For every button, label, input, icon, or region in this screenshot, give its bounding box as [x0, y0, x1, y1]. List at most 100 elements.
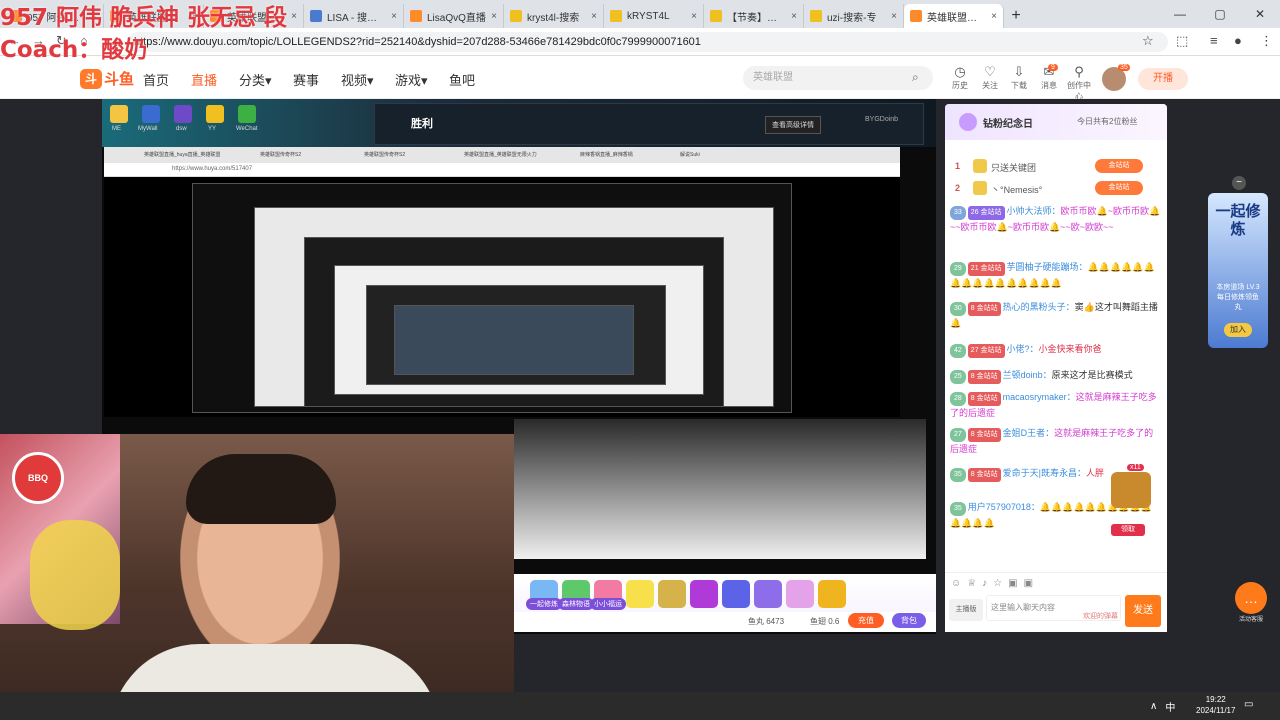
gift-item[interactable] — [690, 580, 718, 608]
tray-chevron-icon[interactable]: ∧ — [1150, 701, 1157, 712]
customer-service-button[interactable]: … 活动客服 — [1232, 582, 1270, 624]
chat-username[interactable]: 兰顿doinb： — [1003, 370, 1052, 380]
tab-favicon-icon — [810, 10, 822, 22]
send-button[interactable]: 发送 — [1125, 595, 1161, 627]
chat-username[interactable]: macaosrymaker： — [1003, 392, 1076, 402]
chat-username[interactable]: 金姐D王者： — [1003, 428, 1055, 438]
victory-text: 胜利 — [411, 118, 433, 130]
user-level-badge: 30 — [950, 302, 966, 316]
browser-tab[interactable]: kryst4l-搜索 × — [504, 4, 604, 28]
tab-close-icon[interactable]: × — [991, 11, 997, 22]
browser-tab[interactable]: LisaQvQ直播 × — [404, 4, 504, 28]
nav-games[interactable]: 游戏▾ — [395, 70, 428, 89]
tab-favicon-icon — [310, 10, 322, 22]
join-button[interactable]: 加入 — [1224, 323, 1252, 337]
tab-close-icon[interactable]: × — [691, 11, 697, 22]
clock-time: 19:22 — [1205, 695, 1226, 704]
cultivation-event-banner[interactable]: 一起修炼 本房道场 LV.3 每日修炼领鱼丸 加入 — [1208, 193, 1268, 348]
desktop-icon-label: dsw — [176, 126, 187, 132]
tab-close-icon[interactable]: × — [491, 11, 497, 22]
dance-video-area — [514, 419, 926, 559]
menu-icon[interactable]: ⋮ — [1260, 33, 1273, 49]
gift-item[interactable] — [754, 580, 782, 608]
streamer-hair — [186, 454, 336, 524]
fan-badge: 8 金站站 — [967, 302, 1001, 316]
chat-username[interactable]: 热心的黑粉头子： — [1003, 302, 1075, 312]
address-bar-row: ← → ↻ ⌂ https://www.douyu.com/topic/LOLL… — [0, 28, 1280, 56]
overlay-line-2: Coach：酸奶 — [0, 37, 148, 63]
nav-home[interactable]: 首页 — [143, 70, 169, 89]
gift-item[interactable] — [626, 580, 654, 608]
site-header: 斗 斗鱼 首页 直播 分类▾ 赛事 视频▾ 游戏▾ 鱼吧 英雄联盟 ⌕ ◷ 历史 … — [0, 56, 1280, 102]
tab-close-icon[interactable]: × — [591, 11, 597, 22]
extensions-icon[interactable]: ⬚ — [1176, 33, 1188, 49]
backpack-button[interactable]: 背包 — [892, 613, 926, 628]
tab-label: kryst4l-搜索 — [527, 12, 580, 24]
history-button[interactable]: ◷ 历史 — [945, 64, 975, 91]
nested-tab: 麻辣香锅直播_麻辣香锅 — [580, 152, 633, 158]
recharge-button[interactable]: 充值 — [848, 613, 884, 628]
wechat-icon — [238, 105, 256, 123]
go-live-button[interactable]: 开播 — [1138, 68, 1188, 90]
clock[interactable]: 19:22 2024/11/17 — [1196, 694, 1235, 716]
chat-mode-button[interactable]: 主播版 — [949, 599, 983, 621]
tab-label: 【节奏】无畏 — [727, 12, 787, 24]
reading-list-icon[interactable]: ≡ — [1210, 33, 1218, 48]
tab-favicon-icon — [510, 10, 522, 22]
browser-tab[interactable]: kRYST4L × — [604, 4, 704, 28]
system-tray: ∧ 中 — [1150, 692, 1175, 720]
bookmark-star-icon[interactable]: ☆ — [1142, 33, 1154, 49]
user-level-badge: 29 — [950, 262, 966, 276]
nav-video[interactable]: 视频▾ — [341, 70, 374, 89]
search-input[interactable]: 英雄联盟 — [743, 66, 933, 90]
download-button[interactable]: ⇩ 下载 — [1004, 64, 1034, 91]
pin-icon: ⚲ — [1074, 64, 1084, 79]
nav-live[interactable]: 直播 — [191, 70, 217, 89]
notification-icon[interactable]: ▭ — [1244, 699, 1253, 710]
tab-favicon-icon — [910, 10, 922, 22]
taskbar: ∧ 中 19:22 2024/11/17 ▭ — [0, 692, 1280, 720]
gift-item[interactable] — [786, 580, 814, 608]
nav-events[interactable]: 赛事 — [293, 70, 319, 89]
tab-close-icon[interactable]: × — [291, 11, 297, 22]
chat-username[interactable]: 爱命于天|既寿永昌： — [1003, 468, 1086, 478]
browser-tab[interactable]: 【节奏】无畏 × — [704, 4, 804, 28]
url-input[interactable]: https://www.douyu.com/topic/LOLLEGENDS2?… — [128, 32, 1168, 52]
claim-chest-button[interactable]: 领取 — [1111, 524, 1145, 536]
browser-tab[interactable]: LISA - 搜索结果 × — [304, 4, 404, 28]
chat-username[interactable]: 用户757907018： — [968, 502, 1040, 512]
profile-icon[interactable]: ● — [1234, 33, 1242, 48]
minimize-icon[interactable]: — — [1160, 0, 1200, 28]
nav-fishbar[interactable]: 鱼吧 — [449, 70, 475, 89]
chat-tool-icons[interactable]: ☺♕♪☆▣▣ — [951, 578, 1039, 589]
chat-message: 30 8 金站站 热心的黑粉头子：窦👍这才叫舞蹈主播🔔 — [950, 300, 1162, 330]
treasure-chest-icon[interactable] — [1111, 472, 1151, 508]
tab-close-icon[interactable]: × — [391, 11, 397, 22]
tab-close-icon[interactable]: × — [891, 11, 897, 22]
chat-username[interactable]: 芋圆柚子硬能蹦场： — [1007, 262, 1088, 272]
chat-username[interactable]: 小帅大法师： — [1007, 206, 1061, 216]
new-tab-button[interactable]: + — [1004, 4, 1028, 28]
ime-indicator[interactable]: 中 — [1165, 699, 1175, 714]
nav-category[interactable]: 分类▾ — [239, 70, 272, 89]
collapse-ad-icon[interactable]: − — [1232, 176, 1246, 190]
gift-item[interactable] — [818, 580, 846, 608]
tab-close-icon[interactable]: × — [791, 11, 797, 22]
gift-item[interactable] — [658, 580, 686, 608]
desktop-icon-label: MyWall — [138, 126, 158, 132]
message-count-badge: 9 — [1048, 64, 1058, 71]
follow-button[interactable]: ♡ 关注 — [975, 64, 1005, 91]
chat-username[interactable]: 小佬?： — [1007, 344, 1039, 354]
douyu-logo[interactable]: 斗 斗鱼 — [80, 68, 134, 89]
chat-input[interactable]: 这里输入聊天内容 欢迎的弹幕 — [986, 595, 1121, 621]
gift-item[interactable] — [722, 580, 750, 608]
user-level-badge: 27 — [950, 428, 966, 442]
fan-badge: 27 金站站 — [967, 344, 1005, 358]
maximize-icon[interactable]: ▢ — [1200, 0, 1240, 28]
close-icon[interactable]: ✕ — [1240, 0, 1280, 28]
browser-tab[interactable]: uzi-搜索-专 × — [804, 4, 904, 28]
rank-row: 1 只送关键团 金站站 — [945, 156, 1167, 178]
browser-tab[interactable]: 英雄联盟传奇 × — [904, 4, 1004, 28]
creator-center-button[interactable]: ⚲ 创作中心 — [1064, 64, 1094, 102]
search-icon[interactable]: ⌕ — [912, 70, 919, 85]
